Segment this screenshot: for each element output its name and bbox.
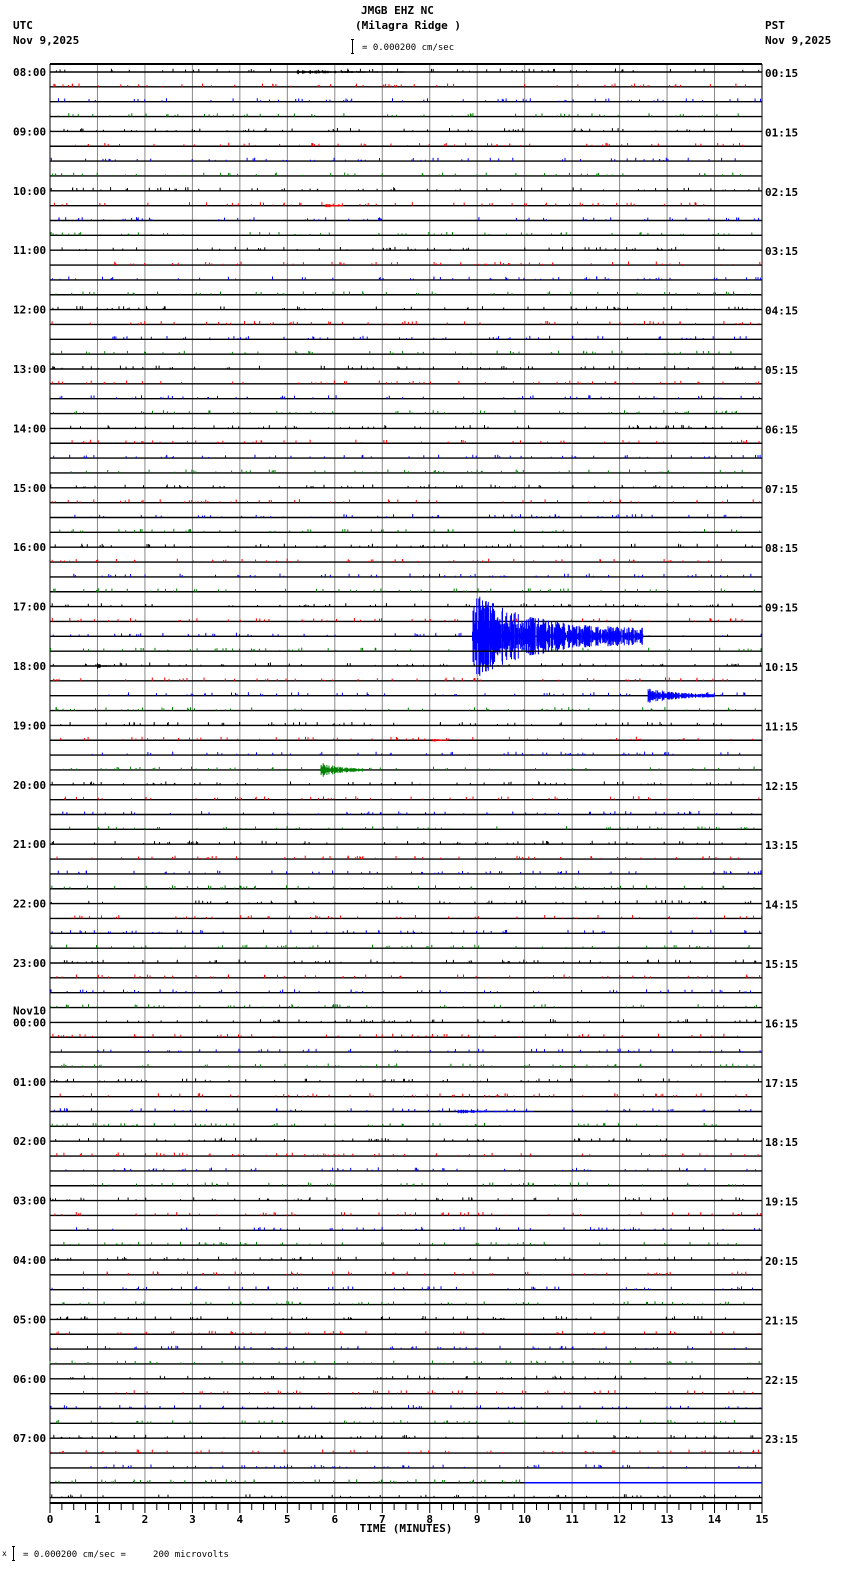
utc-hour-label: 07:00	[13, 1432, 46, 1445]
utc-hour-label: 21:00	[13, 838, 46, 851]
pst-hour-label: 04:15	[765, 305, 798, 318]
x-tick-label: 13	[660, 1513, 673, 1526]
utc-hour-label: 12:00	[13, 304, 46, 317]
x-axis-label: TIME (MINUTES)	[360, 1522, 453, 1535]
utc-hour-label: 08:00	[13, 66, 46, 79]
utc-hour-label: 10:00	[13, 185, 46, 198]
utc-hour-label: 15:00	[13, 482, 46, 495]
pst-hour-label: 18:15	[765, 1136, 798, 1149]
x-tick-label: 11	[566, 1513, 580, 1526]
x-tick-label: 0	[47, 1513, 54, 1526]
pst-hour-label: 03:15	[765, 245, 798, 258]
pst-hour-label: 23:15	[765, 1433, 798, 1446]
x-tick-label: 2	[142, 1513, 149, 1526]
utc-hour-label: 18:00	[13, 660, 46, 673]
pst-hour-label: 06:15	[765, 423, 798, 436]
x-tick-label: 9	[474, 1513, 481, 1526]
pst-hour-label: 02:15	[765, 186, 798, 199]
pst-hour-label: 09:15	[765, 602, 798, 615]
utc-hour-label: 19:00	[13, 719, 46, 732]
seismic-trace	[53, 202, 705, 208]
utc-hour-label: 13:00	[13, 363, 46, 376]
utc-hour-label: 03:00	[13, 1195, 46, 1208]
x-tick-label: 15	[755, 1513, 768, 1526]
utc-hour-label: 17:00	[13, 601, 46, 614]
x-tick-label: 1	[94, 1513, 101, 1526]
pst-hour-label: 07:15	[765, 483, 798, 496]
x-tick-label: 12	[613, 1513, 626, 1526]
pst-hour-label: 10:15	[765, 661, 798, 674]
pst-hour-label: 15:15	[765, 958, 798, 971]
utc-hour-label: 00:00	[13, 1016, 46, 1029]
utc-hour-label: 16:00	[13, 541, 46, 554]
utc-hour-label: 11:00	[13, 244, 46, 257]
pst-hour-label: 20:15	[765, 1255, 798, 1268]
utc-hour-label: 05:00	[13, 1313, 46, 1326]
pst-hour-label: 08:15	[765, 542, 798, 555]
pst-hour-label: 22:15	[765, 1374, 798, 1387]
utc-hour-label: 04:00	[13, 1254, 46, 1267]
footer-scale-label: = 0.000200 cm/sec = 200 microvolts	[23, 1550, 229, 1560]
x-tick-label: 6	[331, 1513, 338, 1526]
utc-hour-label: 20:00	[13, 779, 46, 792]
utc-hour-label: 22:00	[13, 898, 46, 911]
pst-hour-label: 01:15	[765, 126, 798, 139]
pst-hour-label: 00:15	[765, 67, 798, 80]
utc-hour-label: 23:00	[13, 957, 46, 970]
x-tick-label: 4	[237, 1513, 244, 1526]
pst-hour-label: 14:15	[765, 899, 798, 912]
utc-hour-label: 01:00	[13, 1076, 46, 1089]
utc-hour-label: 09:00	[13, 125, 46, 138]
pst-hour-label: 05:15	[765, 364, 798, 377]
utc-hour-label: 14:00	[13, 422, 46, 435]
pst-hour-label: 11:15	[765, 720, 798, 733]
footer-scale-bar-icon	[12, 1546, 15, 1561]
pst-hour-label: 19:15	[765, 1196, 798, 1209]
pst-hour-label: 21:15	[765, 1314, 798, 1327]
pst-hour-label: 12:15	[765, 780, 798, 793]
x-tick-label: 10	[518, 1513, 531, 1526]
x-tick-label: 3	[189, 1513, 196, 1526]
x-tick-label: 14	[708, 1513, 722, 1526]
pst-hour-label: 16:15	[765, 1017, 798, 1030]
pst-hour-label: 13:15	[765, 839, 798, 852]
pst-hour-label: 17:15	[765, 1077, 798, 1090]
utc-hour-label: 02:00	[13, 1135, 46, 1148]
utc-hour-label: 06:00	[13, 1373, 46, 1386]
x-tick-label: 5	[284, 1513, 291, 1526]
helicorder-plot: 08:00 09:00 10:00 11:00 12:00 13:00 14:00 15:00…	[13, 63, 798, 1535]
